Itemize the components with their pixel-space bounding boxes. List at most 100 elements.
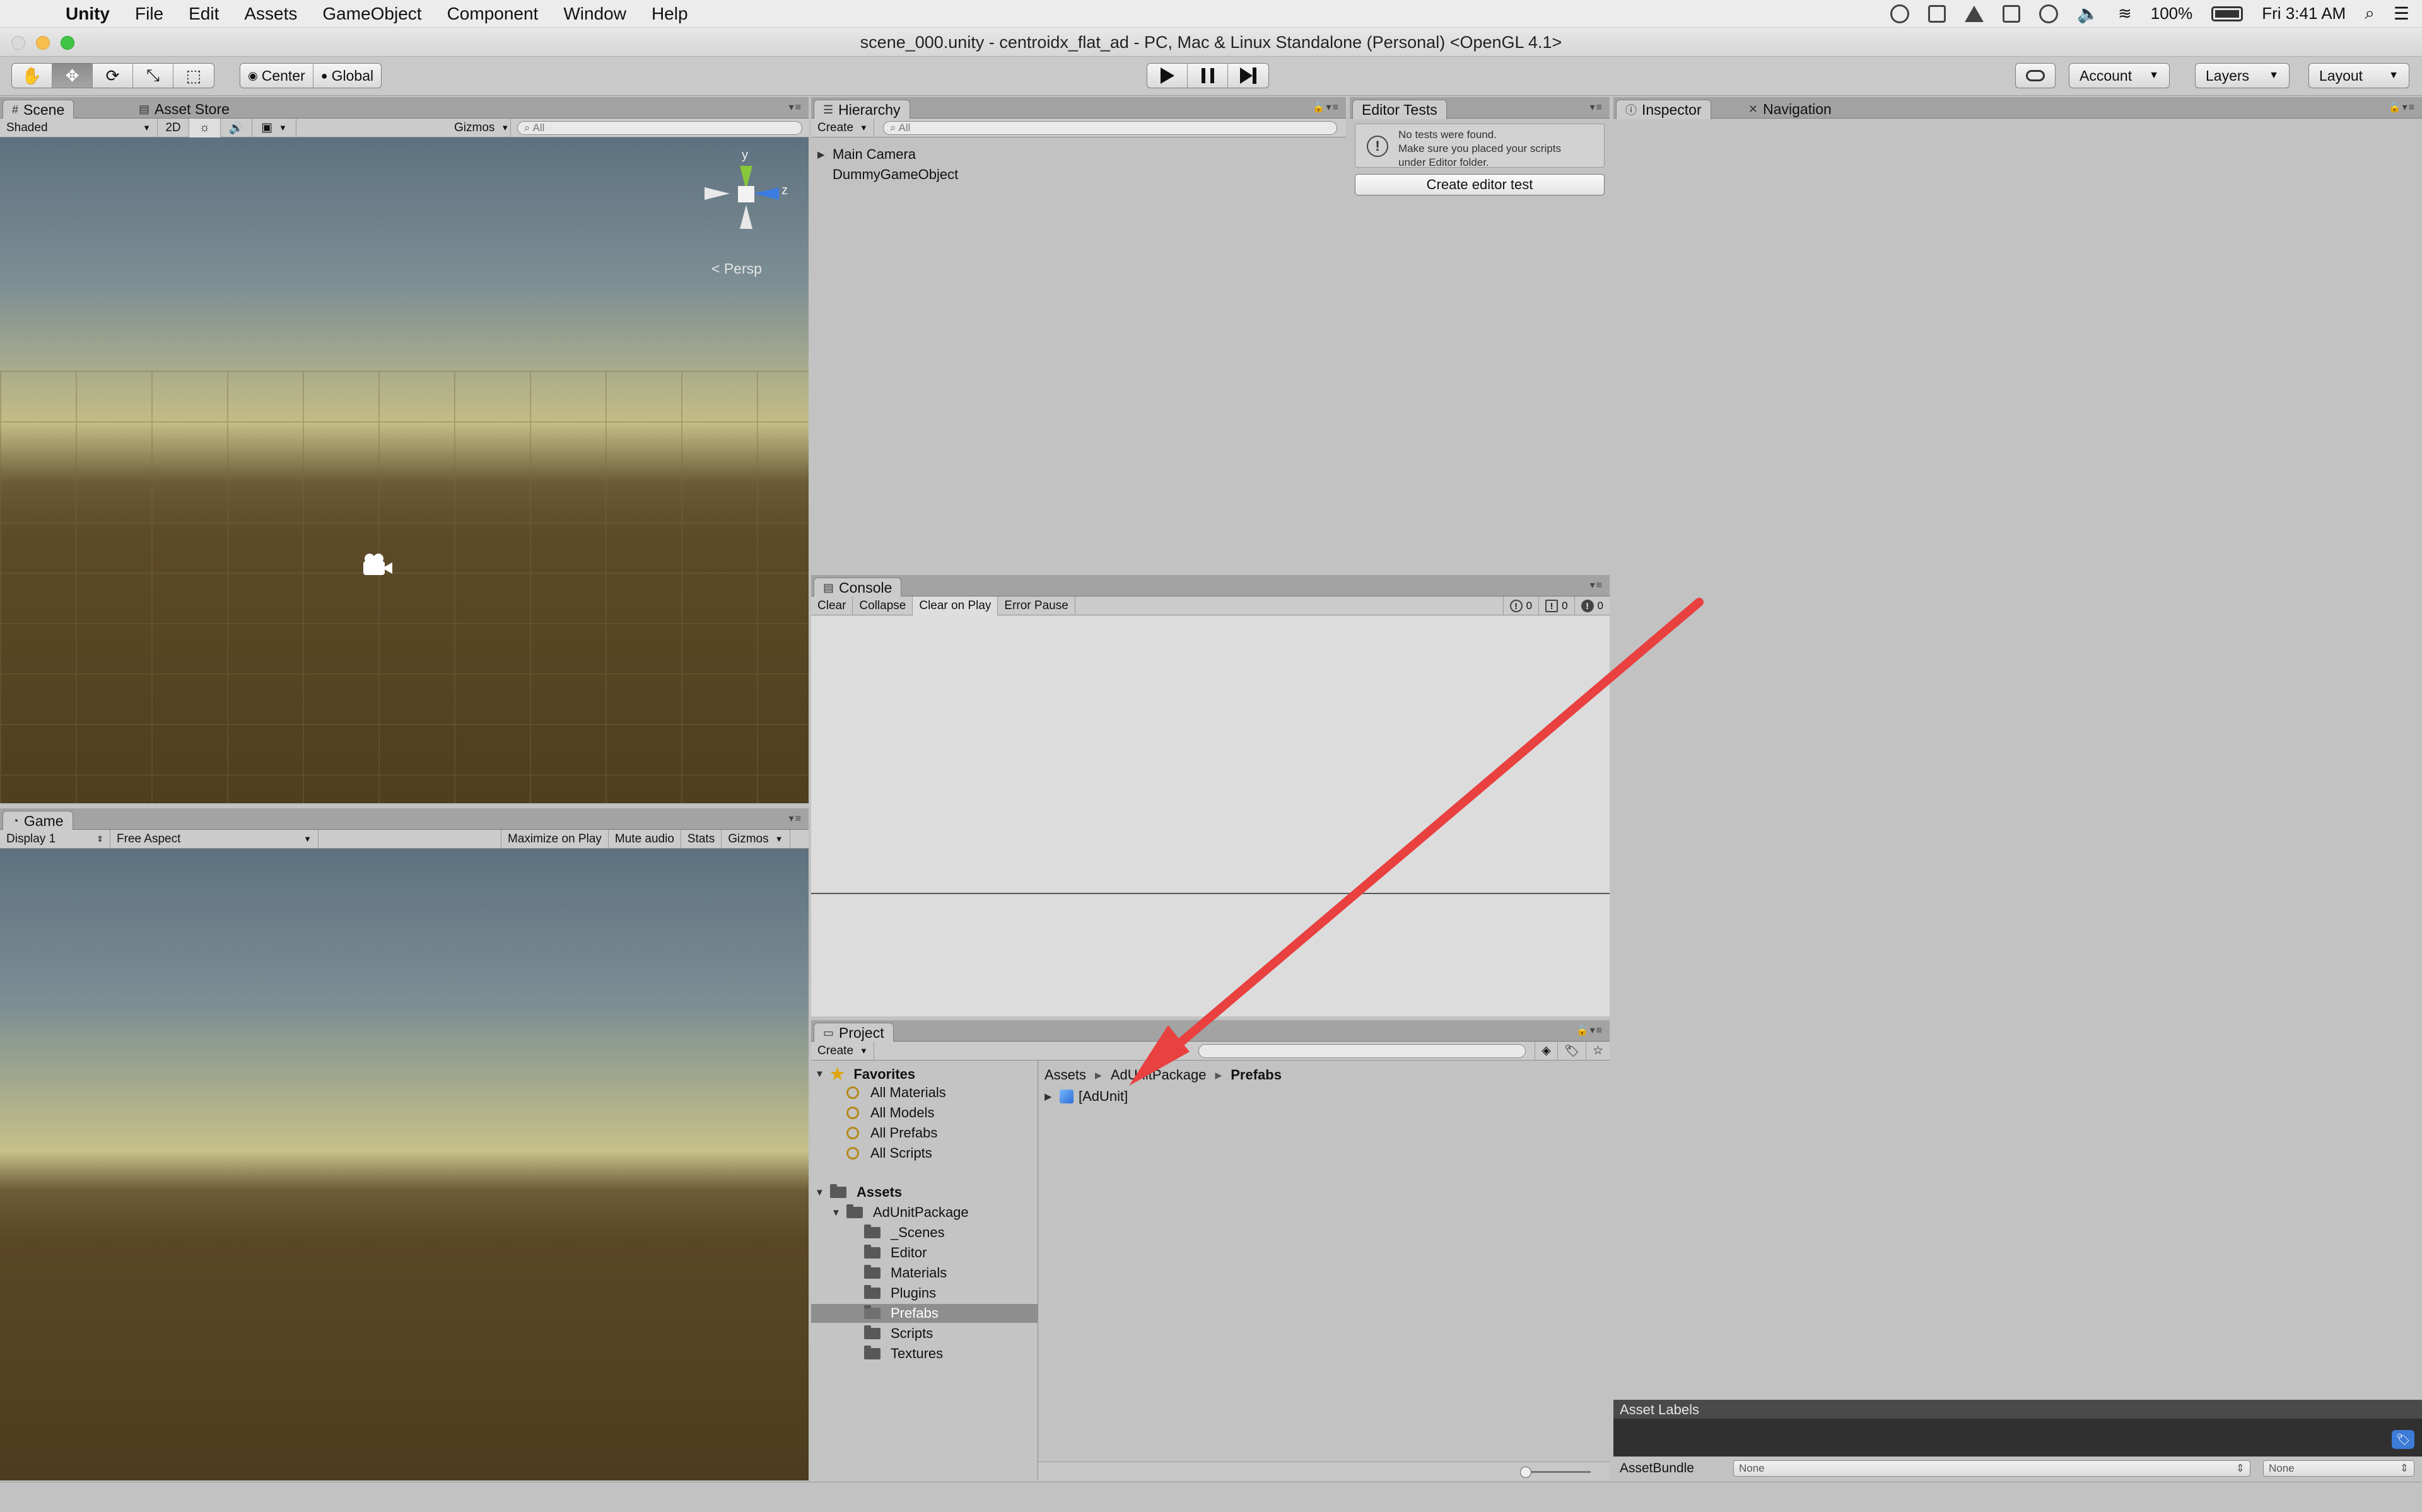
pivot-global-button[interactable]: ● Global [313,64,381,88]
play-button[interactable] [1147,64,1188,88]
orientation-gizmo[interactable]: y z [697,147,792,241]
gizmo-z-axis[interactable] [754,187,779,200]
hierarchy-item-dummy[interactable]: DummyGameObject [833,166,958,183]
asset-item-adunit[interactable]: ▶ [AdUnit] [1044,1088,1128,1105]
tab-inspector[interactable]: ⓘ Inspector [1616,100,1711,119]
lighting-toggle[interactable]: ☼ [189,118,221,137]
panel-menu-icon[interactable]: 🔒▾≡ [1576,1024,1603,1037]
account-dropdown[interactable]: Account ▼ [2069,63,2170,88]
asset-label-tag-button[interactable]: 🏷 [2392,1430,2414,1449]
tab-scene[interactable]: # Scene [3,100,74,119]
pause-button[interactable] [1188,64,1228,88]
move-tool-button[interactable]: ✥ [52,64,93,88]
tab-editor-tests[interactable]: Editor Tests [1352,100,1447,119]
tab-asset-store[interactable]: ▤ Asset Store [130,100,238,119]
menu-app[interactable]: Unity [66,4,110,24]
menu-file[interactable]: File [135,4,163,24]
breadcrumb-prefabs[interactable]: Prefabs [1231,1067,1282,1083]
search-by-type-button[interactable]: ◈ [1535,1041,1558,1061]
create-editor-test-button[interactable]: Create editor test [1355,174,1605,195]
glasses-icon[interactable] [2039,4,2059,23]
step-button[interactable] [1228,64,1268,88]
panel-menu-icon[interactable]: 🔒▾≡ [1313,101,1340,113]
breadcrumb-assets[interactable]: Assets [1044,1067,1086,1083]
panel-menu-icon[interactable]: ▾≡ [1590,579,1603,591]
game-viewport[interactable] [0,849,809,1480]
menu-help[interactable]: Help [652,4,688,24]
notification-center-icon[interactable]: ☰ [2394,3,2409,24]
assets-root[interactable]: ▼ Assets [815,1184,902,1201]
gizmos-dropdown[interactable]: Gizmos ▼ [448,118,511,137]
search-by-label-button[interactable]: 🏷 [1558,1041,1586,1061]
wifi-icon[interactable]: ≋ [2118,4,2132,23]
folder-item[interactable]: Textures [864,1346,943,1362]
folder-item[interactable]: Editor [864,1245,927,1261]
projection-label[interactable]: < Persp [711,260,762,277]
drive-icon[interactable] [1965,5,1984,22]
layout-dropdown[interactable]: Layout ▼ [2308,63,2409,88]
expand-arrow-icon[interactable]: ▼ [815,1187,825,1198]
stats-toggle[interactable]: Stats [681,829,722,849]
battery-icon[interactable] [2211,6,2244,21]
icon-size-slider-track[interactable] [1521,1471,1591,1473]
save-search-button[interactable]: ☆ [1586,1042,1610,1061]
cloud-button[interactable] [2015,63,2056,88]
menu-edit[interactable]: Edit [189,4,219,24]
expand-arrow-icon[interactable]: ▶ [1044,1091,1055,1102]
console-log-list[interactable] [811,615,1610,893]
console-collapse-toggle[interactable]: Collapse [853,596,913,615]
tab-game[interactable]: ◔ Game [3,811,73,830]
assetbundle-dropdown[interactable]: None ⇕ [1733,1460,2250,1477]
pivot-center-button[interactable]: ◉ Center [240,64,313,88]
project-search-input[interactable] [1198,1044,1526,1058]
mute-audio-toggle[interactable]: Mute audio [609,829,681,849]
folder-item[interactable]: _Scenes [864,1224,945,1241]
mode-2d-toggle[interactable]: 2D [158,118,189,137]
hierarchy-search-input[interactable]: ⌕ All [883,120,1337,135]
console-clear-on-play-toggle[interactable]: Clear on Play [913,596,998,615]
gizmo-x-axis[interactable] [705,187,730,200]
creative-cloud-icon[interactable] [1890,4,1910,23]
expand-arrow-icon[interactable]: ▼ [815,1069,825,1079]
camera-icon[interactable] [358,554,394,576]
folder-item[interactable]: Plugins [864,1285,936,1301]
project-create-dropdown[interactable]: Create ▼ [811,1041,874,1061]
tab-navigation[interactable]: ✕ Navigation [1740,100,1840,119]
favorite-item[interactable]: All Scripts [846,1145,932,1161]
menu-window[interactable]: Window [563,4,626,24]
favorites-header[interactable]: ▼ ★ Favorites [815,1064,915,1084]
docker-icon[interactable] [1928,4,1946,23]
scene-search-input[interactable]: ⌕ All [517,120,802,135]
game-gizmos-dropdown[interactable]: Gizmos ▼ [722,829,790,849]
rect-tool-button[interactable]: ⬚ [173,64,214,88]
gizmo-center[interactable] [738,186,754,202]
menu-component[interactable]: Component [447,4,539,24]
folder-item[interactable]: Materials [864,1265,947,1281]
menu-assets[interactable]: Assets [244,4,297,24]
favorite-item[interactable]: All Models [846,1105,934,1121]
clock[interactable]: Fri 3:41 AM [2262,4,2346,23]
panel-menu-icon[interactable]: ▾≡ [789,101,802,113]
icon-size-slider-handle[interactable] [1520,1467,1531,1478]
package-folder[interactable]: ▼ AdUnitPackage [831,1204,969,1221]
audio-toggle[interactable]: 🔊 [221,118,252,137]
warning-filter-toggle[interactable]: ! 0 [1538,596,1574,615]
favorite-item[interactable]: All Prefabs [846,1125,937,1141]
volume-icon[interactable]: 🔈 [2077,3,2099,24]
log-filter-toggle[interactable]: ! 0 [1502,596,1538,615]
hierarchy-create-dropdown[interactable]: Create ▼ [811,118,874,137]
display-dropdown[interactable]: Display 1 ⇕ [0,829,110,849]
assetbundle-variant-dropdown[interactable]: None ⇕ [2263,1460,2414,1477]
panel-menu-icon[interactable]: ▾≡ [789,812,802,825]
maximize-on-play-toggle[interactable]: Maximize on Play [501,829,609,849]
tab-console[interactable]: ▤ Console [814,578,902,597]
spotlight-search-icon[interactable]: ⌕ [2365,3,2375,24]
gizmo-down-axis[interactable] [740,205,752,229]
folder-item[interactable]: Scripts [864,1325,933,1342]
layers-dropdown[interactable]: Layers ▼ [2195,63,2290,88]
tab-hierarchy[interactable]: ☰ Hierarchy [814,100,910,119]
console-error-pause-toggle[interactable]: Error Pause [998,596,1075,615]
shading-dropdown[interactable]: Shaded ▼ [0,118,158,137]
console-detail-area[interactable] [811,894,1610,1016]
console-clear-button[interactable]: Clear [811,596,853,615]
